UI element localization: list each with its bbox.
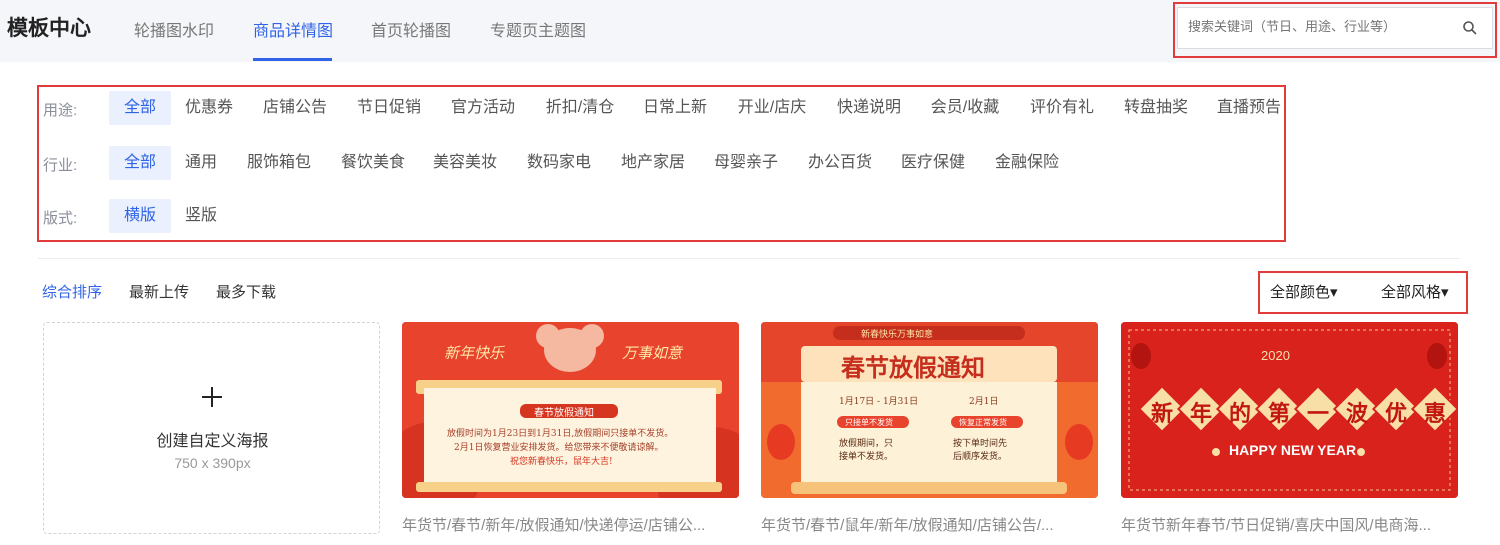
poster3-char-2: 年 [1190,401,1213,427]
poster1-left-text: 新年快乐 [444,344,505,362]
usage-option-coupon[interactable]: 优惠券 [180,91,238,125]
page-title: 模板中心 [7,17,91,40]
layout-option-horizontal[interactable]: 横版 [109,199,171,233]
tab-product-detail[interactable]: 商品详情图 [253,17,333,41]
poster3-char-6: 波 [1346,401,1369,427]
poster1-banner: 春节放假通知 [534,408,594,419]
poster2-body-left: 放假期间，只接单不发货。 [839,439,894,462]
sort-comprehensive[interactable]: 综合排序 [42,281,102,302]
color-dropdown[interactable]: 全部颜色▾ [1270,281,1338,302]
industry-option-electronics[interactable]: 数码家电 [522,146,596,180]
poster1-line3: 祝您新春快乐，鼠年大吉! [510,457,613,467]
usage-option-store-notice[interactable]: 店铺公告 [258,91,332,125]
active-tab-indicator [253,58,332,61]
poster1-line2: 2月1日恢复营业安排发货。给您带来不便敬请谅解。 [454,443,664,453]
create-card-size: 750 x 390px [174,455,251,471]
industry-option-real-estate[interactable]: 地产家居 [616,146,690,180]
poster2-title: 春节放假通知 [841,353,985,382]
industry-option-finance[interactable]: 金融保险 [990,146,1064,180]
usage-option-holiday-promo[interactable]: 节日促销 [352,91,426,125]
search-box[interactable] [1177,7,1493,49]
usage-option-official-event[interactable]: 官方活动 [446,91,520,125]
usage-option-member[interactable]: 会员/收藏 [925,91,1005,125]
poster1-line1: 放假时间为1月23日到1月31日,放假期间只接单不发货。 [447,429,674,439]
usage-option-new-arrival[interactable]: 日常上新 [638,91,712,125]
filter-label-usage: 用途: [43,102,78,119]
poster3-char-1: 新 [1151,401,1174,427]
card-caption-3[interactable]: 年货节新年春节/节日促销/喜庆中国风/电商海... [1121,514,1461,535]
poster2-tag-right: 恢复正常发货 [959,418,1007,427]
plus-icon [202,387,222,407]
search-icon[interactable] [1462,20,1478,36]
poster3-char-8: 惠 [1424,401,1447,427]
usage-option-review-gift[interactable]: 评价有礼 [1025,91,1099,125]
poster3-char-5: 一 [1307,401,1330,427]
search-input[interactable] [1188,19,1448,34]
poster3-char-3: 的 [1229,401,1252,427]
template-card-3[interactable]: 2020 新 年 的 第 一 波 优 惠 HAPPY NEW YEAR [1121,322,1458,498]
industry-option-food[interactable]: 餐饮美食 [336,146,410,180]
industry-option-general[interactable]: 通用 [180,146,222,180]
poster2-tag-left: 只接单不发货 [845,418,893,427]
usage-option-delivery[interactable]: 快递说明 [832,91,906,125]
create-custom-poster-card[interactable]: 创建自定义海报 750 x 390px [43,322,380,534]
style-dropdown[interactable]: 全部风格▾ [1381,281,1449,302]
template-card-2[interactable]: 新春快乐万事如意 春节放假通知 1月17日 - 1月31日 2月1日 只接单不发… [761,322,1098,498]
filter-label-layout: 版式: [43,210,78,227]
section-divider [38,258,1460,259]
poster2-top-badge: 新春快乐万事如意 [861,330,934,340]
industry-option-baby[interactable]: 母婴亲子 [709,146,783,180]
poster3-char-4: 第 [1268,401,1291,427]
create-card-label: 创建自定义海报 [156,433,269,450]
industry-option-apparel[interactable]: 服饰箱包 [242,146,316,180]
card-caption-1[interactable]: 年货节/春节/新年/放假通知/快递停运/店铺公... [402,514,742,535]
usage-option-discount[interactable]: 折扣/清仓 [540,91,620,125]
poster2-body-right: 按下单时间先后顺序发货。 [953,439,1008,462]
poster2-date-left: 1月17日 - 1月31日 [839,397,919,407]
layout-option-vertical[interactable]: 竖版 [180,199,222,233]
sort-most-downloaded[interactable]: 最多下载 [216,281,276,302]
poster3-year: 2020 [1261,348,1290,363]
usage-option-opening[interactable]: 开业/店庆 [732,91,812,125]
poster3-char-7: 优 [1385,401,1408,427]
poster3-subtitle: HAPPY NEW YEAR [1229,442,1357,458]
poster2-date-right: 2月1日 [969,397,999,407]
industry-option-medical[interactable]: 医疗保健 [896,146,970,180]
poster1-right-text: 万事如意 [622,344,683,362]
industry-option-all[interactable]: 全部 [109,146,171,180]
industry-option-beauty[interactable]: 美容美妆 [428,146,502,180]
filter-label-industry: 行业: [43,157,78,174]
template-card-1[interactable]: 新年快乐 万事如意 春节放假通知 放假时间为1月23日到1月31日,放假期间只接… [402,322,739,498]
sort-latest[interactable]: 最新上传 [129,281,189,302]
tab-home-carousel[interactable]: 首页轮播图 [371,17,451,41]
usage-option-live-preview[interactable]: 直播预告 [1212,91,1286,125]
industry-option-office[interactable]: 办公百货 [803,146,877,180]
card-caption-2[interactable]: 年货节/春节/鼠年/新年/放假通知/店铺公告/... [761,514,1101,535]
usage-option-all[interactable]: 全部 [109,91,171,125]
usage-option-lottery[interactable]: 转盘抽奖 [1119,91,1193,125]
tab-topic-theme[interactable]: 专题页主题图 [490,17,586,41]
tab-carousel-watermark[interactable]: 轮播图水印 [134,17,214,41]
